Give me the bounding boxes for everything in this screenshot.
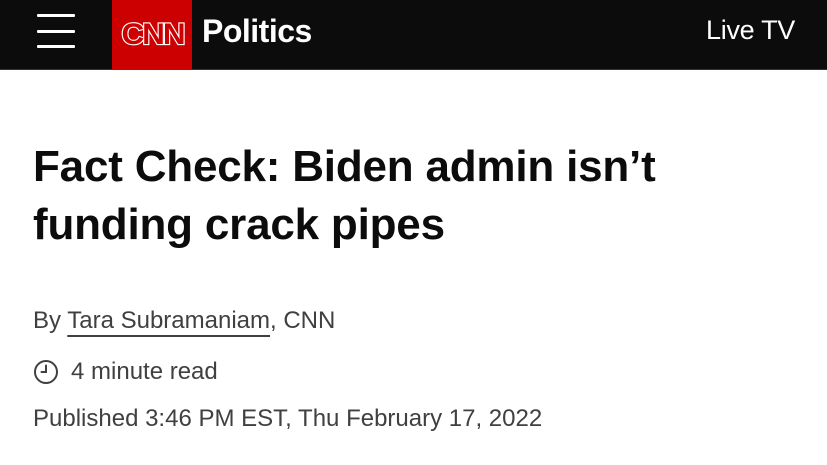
read-time-text: 4 minute read — [71, 358, 218, 385]
hamburger-menu-icon-line — [37, 45, 75, 48]
top-navigation-bar: CNN Politics Live TV — [0, 0, 827, 70]
byline-prefix: By — [33, 307, 68, 334]
hamburger-menu-icon-line — [37, 29, 75, 33]
byline: By Tara Subramaniam, CNN — [33, 307, 335, 335]
published-timestamp: Published 3:46 PM EST, Thu February 17, … — [33, 405, 543, 432]
hamburger-menu-icon — [37, 14, 75, 17]
menu-button[interactable] — [34, 12, 78, 50]
byline-suffix: , CNN — [270, 307, 336, 334]
live-tv-link[interactable]: Live TV — [706, 15, 795, 46]
clock-icon — [34, 360, 58, 384]
section-title[interactable]: Politics — [202, 13, 312, 50]
cnn-logo-text: CNN — [120, 17, 186, 52]
author-link[interactable]: Tara Subramaniam — [67, 307, 270, 334]
cnn-logo[interactable]: CNN — [112, 0, 192, 70]
read-time: 4 minute read — [33, 358, 218, 386]
article-headline: Fact Check: Biden admin isn’t funding cr… — [33, 142, 656, 249]
